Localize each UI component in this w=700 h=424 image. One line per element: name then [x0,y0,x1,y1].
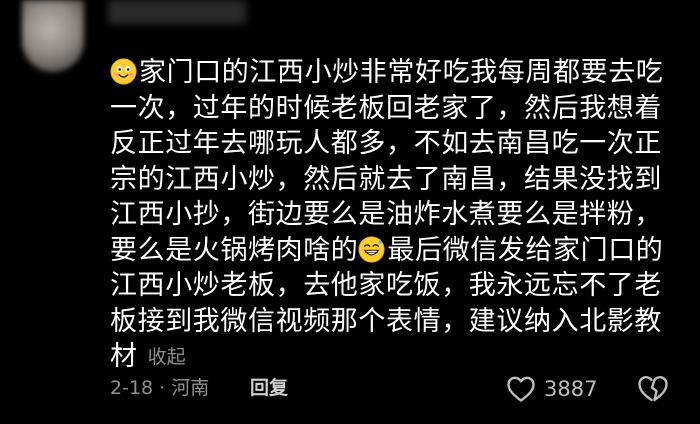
comment-date-location: 2-18 · 河南 [110,377,210,399]
comment-line: 江西小炒老板，去他家吃饭，我永远忘不了老 [110,270,662,301]
comment-line: 家门口的江西小炒非常好吃我每周都要去吃 [110,55,678,91]
like-count: 3887 [544,377,598,401]
comment-line: 材收起 [110,341,186,372]
comment-line: 一次，过年的时候老板回老家了，然后我想着 [110,92,662,124]
username-blurred[interactable] [108,0,246,24]
comment-line: 反正过年去哪玩人都多，不如去南昌吃一次正 [110,128,662,159]
comment-line: 板接到我微信视频那个表情，建议纳入北影教 [110,305,662,337]
comment-line: 要么是火锅烤肉啥的 最后微信发给家门口的 [110,234,664,266]
heart-outline-icon [507,376,535,402]
like-button[interactable]: 3887 [506,374,597,404]
avatar[interactable] [22,0,84,72]
comment-line: 江西小抄，街边要么是油炸水煮要么是拌粉， [110,199,662,230]
collapse-button[interactable]: 收起 [148,346,186,368]
comment-text: 家门口的江西小炒非常好吃我每周都要去吃 一次，过年的时候老板回老家了，然后我想着… [110,55,678,376]
grinning-sweat-emoji-icon [358,235,385,263]
reply-button[interactable]: 回复 [250,373,288,403]
comment-line: 宗的江西小炒，然后就去了南昌，结果没找到 [110,163,662,195]
broken-heart-icon[interactable] [637,374,669,404]
smiling-face-emoji-icon [110,58,137,85]
